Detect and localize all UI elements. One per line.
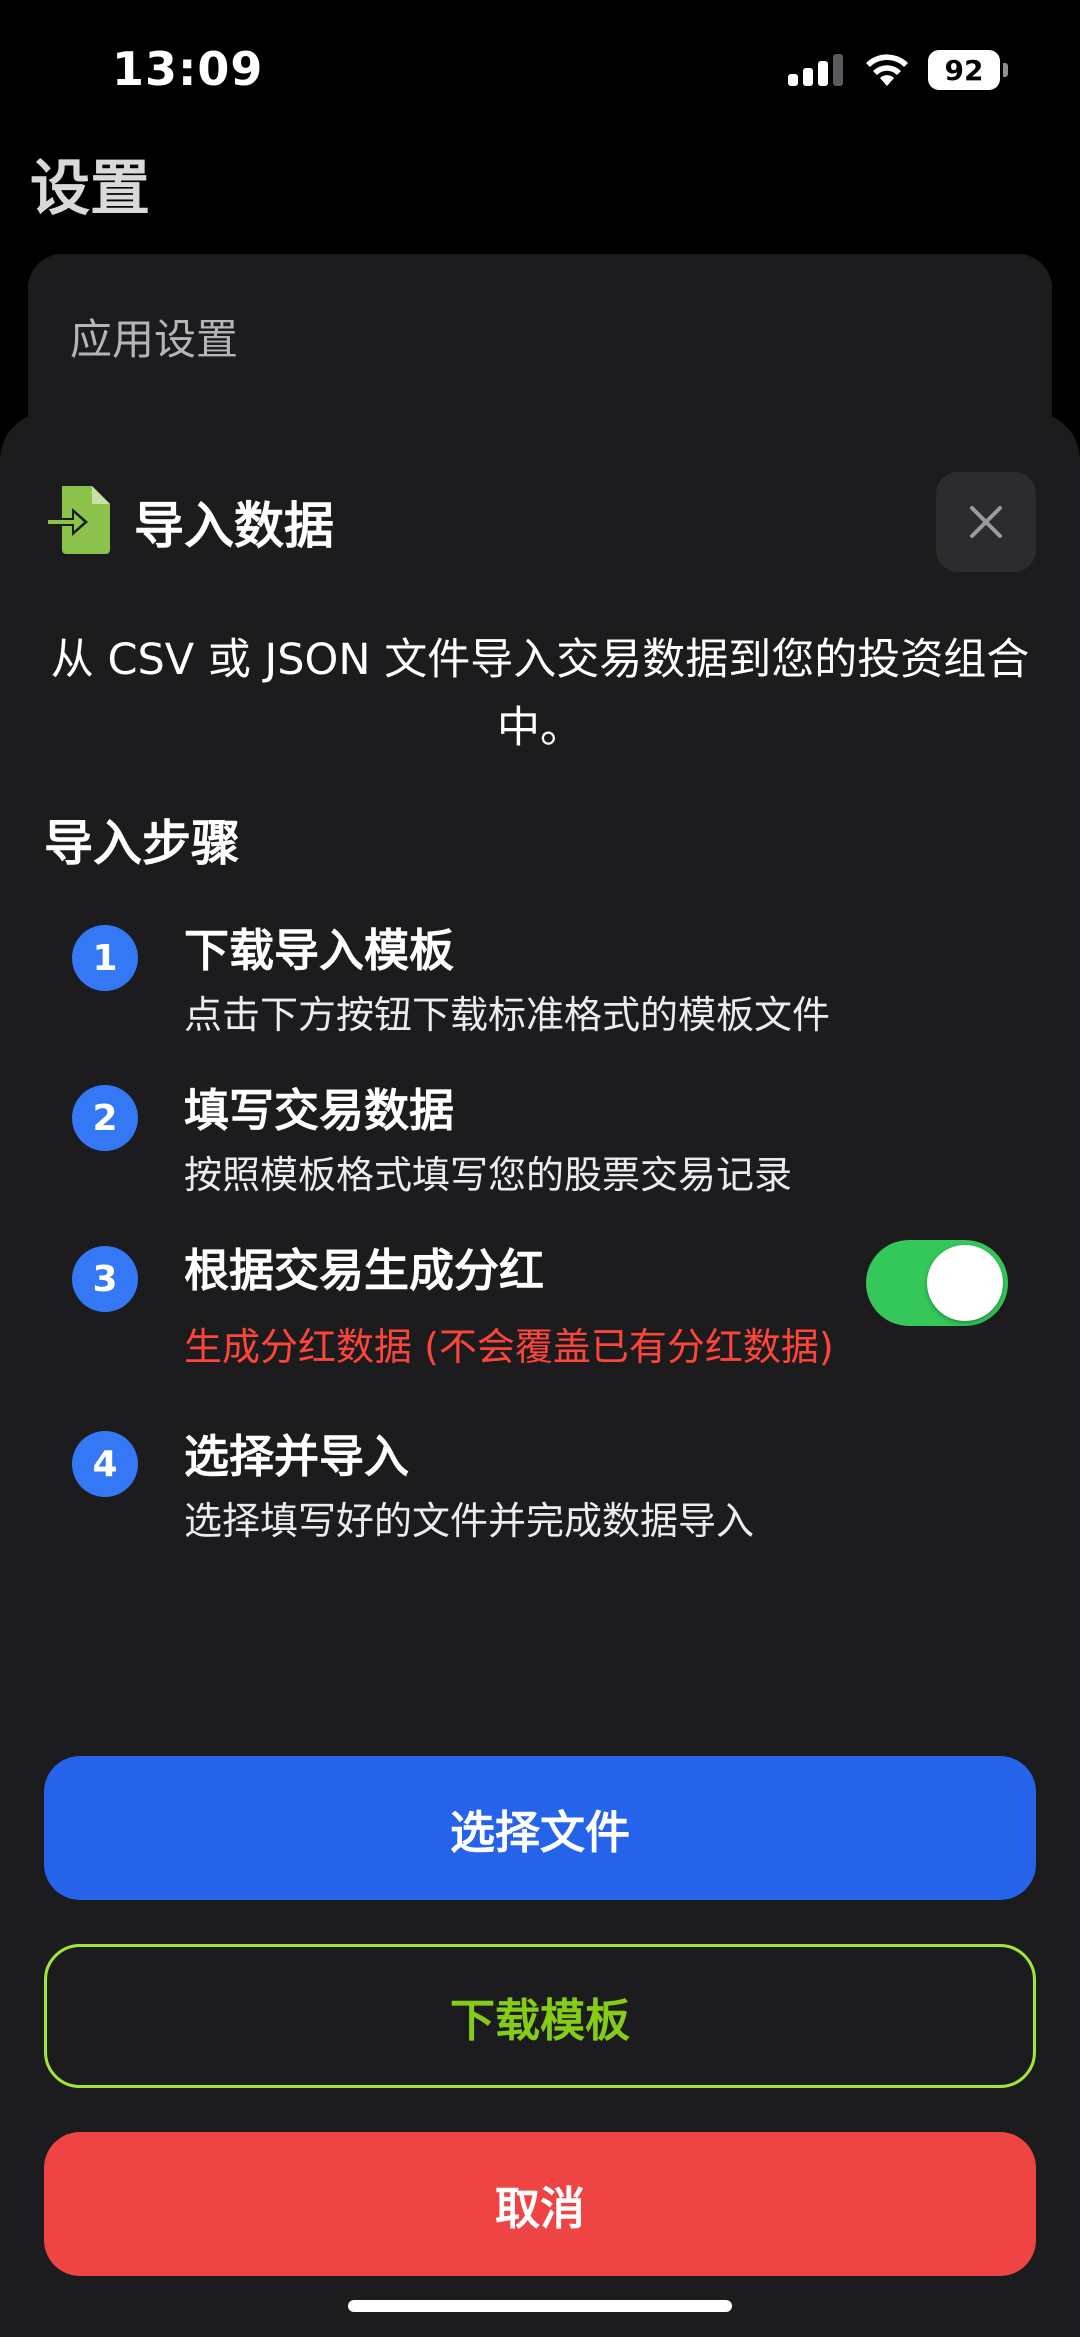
cancel-button[interactable]: 取消 [44,2132,1036,2276]
screen: 13:09 92 设置 应用设置 导入数据 从 CSV 或 JSON 文件导入交… [0,0,1080,2337]
page-title: 设置 [30,154,150,224]
step-number-badge: 1 [72,925,138,991]
file-import-icon [44,486,110,554]
step-subtitle: 按照模板格式填写您的股票交易记录 [184,1153,793,1197]
import-data-sheet: 导入数据 从 CSV 或 JSON 文件导入交易数据到您的投资组合中。 导入步骤… [0,412,1080,2337]
sheet-description: 从 CSV 或 JSON 文件导入交易数据到您的投资组合中。 [50,635,1030,753]
battery-icon: 92 [928,50,1008,90]
app-settings-label: 应用设置 [70,315,239,364]
status-time: 13:09 [112,42,264,96]
sheet-title: 导入数据 [134,497,334,555]
step-number-badge: 4 [72,1431,138,1497]
step-number-badge: 2 [72,1085,138,1151]
step-number-badge: 3 [72,1246,138,1312]
step-title: 选择并导入 [184,1430,410,1483]
download-template-button[interactable]: 下载模板 [44,1944,1036,2088]
steps-heading: 导入步骤 [44,815,241,872]
close-button[interactable] [936,472,1036,572]
battery-level: 92 [928,50,1000,90]
select-file-button[interactable]: 选择文件 [44,1756,1036,1900]
signal-icon [788,54,843,86]
step-title: 根据交易生成分红 [184,1244,545,1297]
step-warning-text: 生成分红数据 (不会覆盖已有分红数据) [184,1325,834,1369]
close-icon [970,506,1002,538]
generate-dividends-toggle[interactable] [866,1240,1008,1326]
step-title: 填写交易数据 [184,1084,455,1137]
toggle-knob [927,1245,1003,1321]
wifi-icon [866,54,908,86]
step-subtitle: 选择填写好的文件并完成数据导入 [184,1499,755,1543]
status-bar: 13:09 92 [0,0,1080,140]
step-subtitle: 点击下方按钮下载标准格式的模板文件 [184,993,831,1037]
battery-tip [1003,63,1008,77]
step-title: 下载导入模板 [184,924,455,977]
home-indicator[interactable] [348,2300,732,2312]
